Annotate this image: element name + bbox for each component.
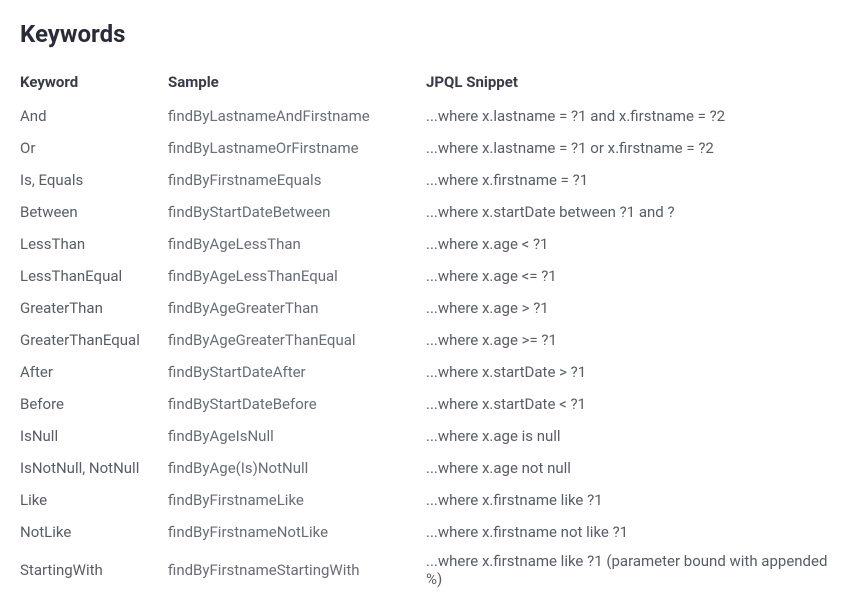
cell-sample: findByAge(Is)NotNull <box>168 459 426 477</box>
cell-keyword: Is, Equals <box>20 171 168 189</box>
cell-sample: findByLastnameAndFirstname <box>168 107 426 125</box>
table-row: IsNotNull, NotNull findByAge(Is)NotNull … <box>20 452 833 484</box>
cell-sample: findByLastnameOrFirstname <box>168 139 426 157</box>
cell-keyword: And <box>20 107 168 125</box>
cell-keyword: Like <box>20 491 168 509</box>
cell-keyword: LessThanEqual <box>20 267 168 285</box>
cell-keyword: IsNull <box>20 427 168 445</box>
table-row: LessThanEqual findByAgeLessThanEqual ...… <box>20 260 833 292</box>
cell-keyword: LessThan <box>20 235 168 253</box>
cell-sample: findByAgeLessThanEqual <box>168 267 426 285</box>
cell-jpql: ...where x.firstname like ?1 (parameter … <box>426 552 833 588</box>
cell-sample: findByAgeIsNull <box>168 427 426 445</box>
header-jpql: JPQL Snippet <box>426 73 833 91</box>
table-row: And findByLastnameAndFirstname ...where … <box>20 100 833 132</box>
page-title: Keywords <box>20 20 833 48</box>
cell-jpql: ...where x.startDate between ?1 and ? <box>426 203 833 221</box>
cell-jpql: ...where x.age <= ?1 <box>426 267 833 285</box>
table-row: IsNull findByAgeIsNull ...where x.age is… <box>20 420 833 452</box>
cell-jpql: ...where x.firstname not like ?1 <box>426 523 833 541</box>
table-row: GreaterThan findByAgeGreaterThan ...wher… <box>20 292 833 324</box>
cell-jpql: ...where x.lastname = ?1 or x.firstname … <box>426 139 833 157</box>
table-row: LessThan findByAgeLessThan ...where x.ag… <box>20 228 833 260</box>
keywords-table: Keyword Sample JPQL Snippet And findByLa… <box>20 66 833 592</box>
table-header-row: Keyword Sample JPQL Snippet <box>20 66 833 98</box>
cell-jpql: ...where x.age < ?1 <box>426 235 833 253</box>
table-row: Is, Equals findByFirstnameEquals ...wher… <box>20 164 833 196</box>
cell-sample: findByFirstnameLike <box>168 491 426 509</box>
cell-sample: findByStartDateBetween <box>168 203 426 221</box>
cell-keyword: Between <box>20 203 168 221</box>
table-row: Before findByStartDateBefore ...where x.… <box>20 388 833 420</box>
cell-sample: findByFirstnameStartingWith <box>168 561 426 579</box>
cell-keyword: After <box>20 363 168 381</box>
cell-sample: findByFirstnameNotLike <box>168 523 426 541</box>
cell-sample: findByFirstnameEquals <box>168 171 426 189</box>
cell-jpql: ...where x.age is null <box>426 427 833 445</box>
cell-keyword: GreaterThanEqual <box>20 331 168 349</box>
cell-jpql: ...where x.age >= ?1 <box>426 331 833 349</box>
cell-sample: findByAgeLessThan <box>168 235 426 253</box>
cell-keyword: IsNotNull, NotNull <box>20 459 168 477</box>
cell-keyword: GreaterThan <box>20 299 168 317</box>
cell-jpql: ...where x.age not null <box>426 459 833 477</box>
table-row: Or findByLastnameOrFirstname ...where x.… <box>20 132 833 164</box>
cell-keyword: StartingWith <box>20 561 168 579</box>
cell-jpql: ...where x.startDate > ?1 <box>426 363 833 381</box>
table-row: GreaterThanEqual findByAgeGreaterThanEqu… <box>20 324 833 356</box>
cell-jpql: ...where x.age > ?1 <box>426 299 833 317</box>
cell-keyword: Or <box>20 139 168 157</box>
header-keyword: Keyword <box>20 73 168 91</box>
cell-jpql: ...where x.firstname = ?1 <box>426 171 833 189</box>
table-row: Between findByStartDateBetween ...where … <box>20 196 833 228</box>
cell-sample: findByAgeGreaterThan <box>168 299 426 317</box>
cell-keyword: NotLike <box>20 523 168 541</box>
table-row: NotLike findByFirstnameNotLike ...where … <box>20 516 833 548</box>
cell-keyword: Before <box>20 395 168 413</box>
cell-jpql: ...where x.lastname = ?1 and x.firstname… <box>426 107 833 125</box>
cell-sample: findByStartDateAfter <box>168 363 426 381</box>
cell-jpql: ...where x.firstname like ?1 <box>426 491 833 509</box>
cell-sample: findByStartDateBefore <box>168 395 426 413</box>
table-row: After findByStartDateAfter ...where x.st… <box>20 356 833 388</box>
header-sample: Sample <box>168 73 426 91</box>
table-row: StartingWith findByFirstnameStartingWith… <box>20 548 833 592</box>
cell-jpql: ...where x.startDate < ?1 <box>426 395 833 413</box>
table-row: Like findByFirstnameLike ...where x.firs… <box>20 484 833 516</box>
cell-sample: findByAgeGreaterThanEqual <box>168 331 426 349</box>
